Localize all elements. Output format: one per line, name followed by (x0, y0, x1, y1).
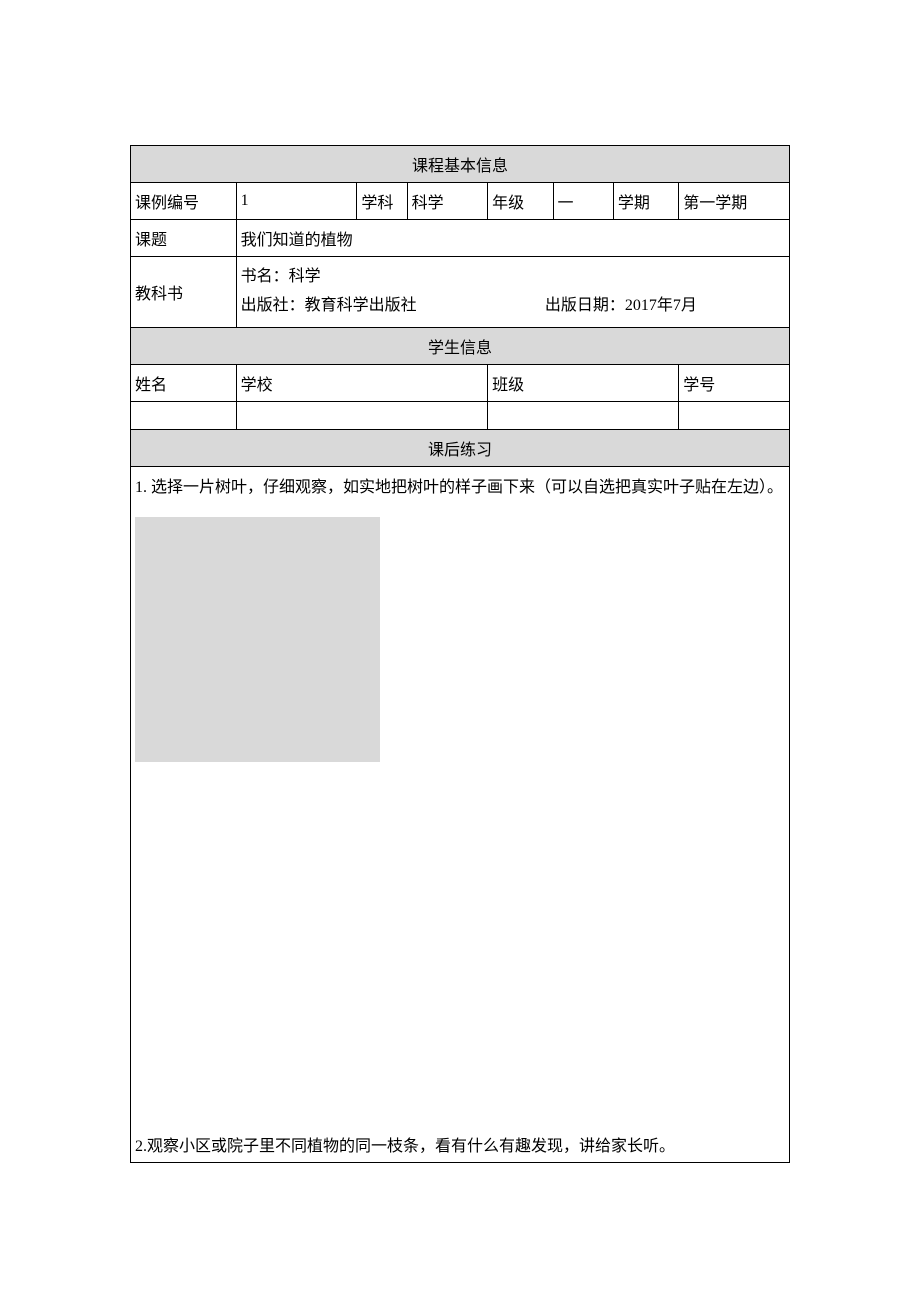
student-class-value[interactable] (488, 401, 679, 429)
textbook-publisher: 出版社：教育科学出版社 (241, 292, 417, 321)
section-exercise: 课后练习 (131, 429, 790, 466)
grade-value: 一 (553, 183, 613, 220)
student-name-value[interactable] (131, 401, 237, 429)
textbook-date: 出版日期：2017年7月 (417, 292, 785, 321)
student-name-label: 姓名 (131, 364, 237, 401)
exercise-q1: 1. 选择一片树叶，仔细观察，如实地把树叶的样子画下来（可以自选把真实叶子贴在左… (135, 473, 785, 497)
course-row-1: 课例编号 1 学科 科学 年级 一 学期 第一学期 (131, 183, 790, 220)
student-row-labels: 姓名 学校 班级 学号 (131, 364, 790, 401)
topic-value: 我们知道的植物 (236, 220, 789, 257)
course-id-label: 课例编号 (131, 183, 237, 220)
grade-label: 年级 (488, 183, 553, 220)
term-value: 第一学期 (679, 183, 790, 220)
student-number-value[interactable] (679, 401, 790, 429)
textbook-label: 教科书 (131, 257, 237, 328)
student-school-value[interactable] (236, 401, 488, 429)
student-class-label: 班级 (488, 364, 679, 401)
textbook-name: 书名：科学 (241, 263, 785, 292)
course-id-value: 1 (236, 183, 357, 220)
course-row-topic: 课题 我们知道的植物 (131, 220, 790, 257)
section-student-info: 学生信息 (131, 327, 790, 364)
term-label: 学期 (613, 183, 678, 220)
topic-label: 课题 (131, 220, 237, 257)
student-number-label: 学号 (679, 364, 790, 401)
exercise-cell: 1. 选择一片树叶，仔细观察，如实地把树叶的样子画下来（可以自选把真实叶子贴在左… (131, 466, 790, 1162)
exercise-q2: 2.观察小区或院子里不同植物的同一枝条，看有什么有趣发现，讲给家长听。 (135, 1132, 785, 1156)
section-course-info: 课程基本信息 (131, 146, 790, 183)
textbook-cell: 书名：科学 出版社：教育科学出版社 出版日期：2017年7月 (236, 257, 789, 328)
leaf-paste-area (135, 517, 380, 762)
worksheet-table: 课程基本信息 课例编号 1 学科 科学 年级 一 学期 第一学期 课题 我们知道… (130, 145, 790, 1163)
student-school-label: 学校 (236, 364, 488, 401)
subject-label: 学科 (357, 183, 407, 220)
subject-value: 科学 (407, 183, 487, 220)
student-row-values (131, 401, 790, 429)
course-row-textbook: 教科书 书名：科学 出版社：教育科学出版社 出版日期：2017年7月 (131, 257, 790, 328)
